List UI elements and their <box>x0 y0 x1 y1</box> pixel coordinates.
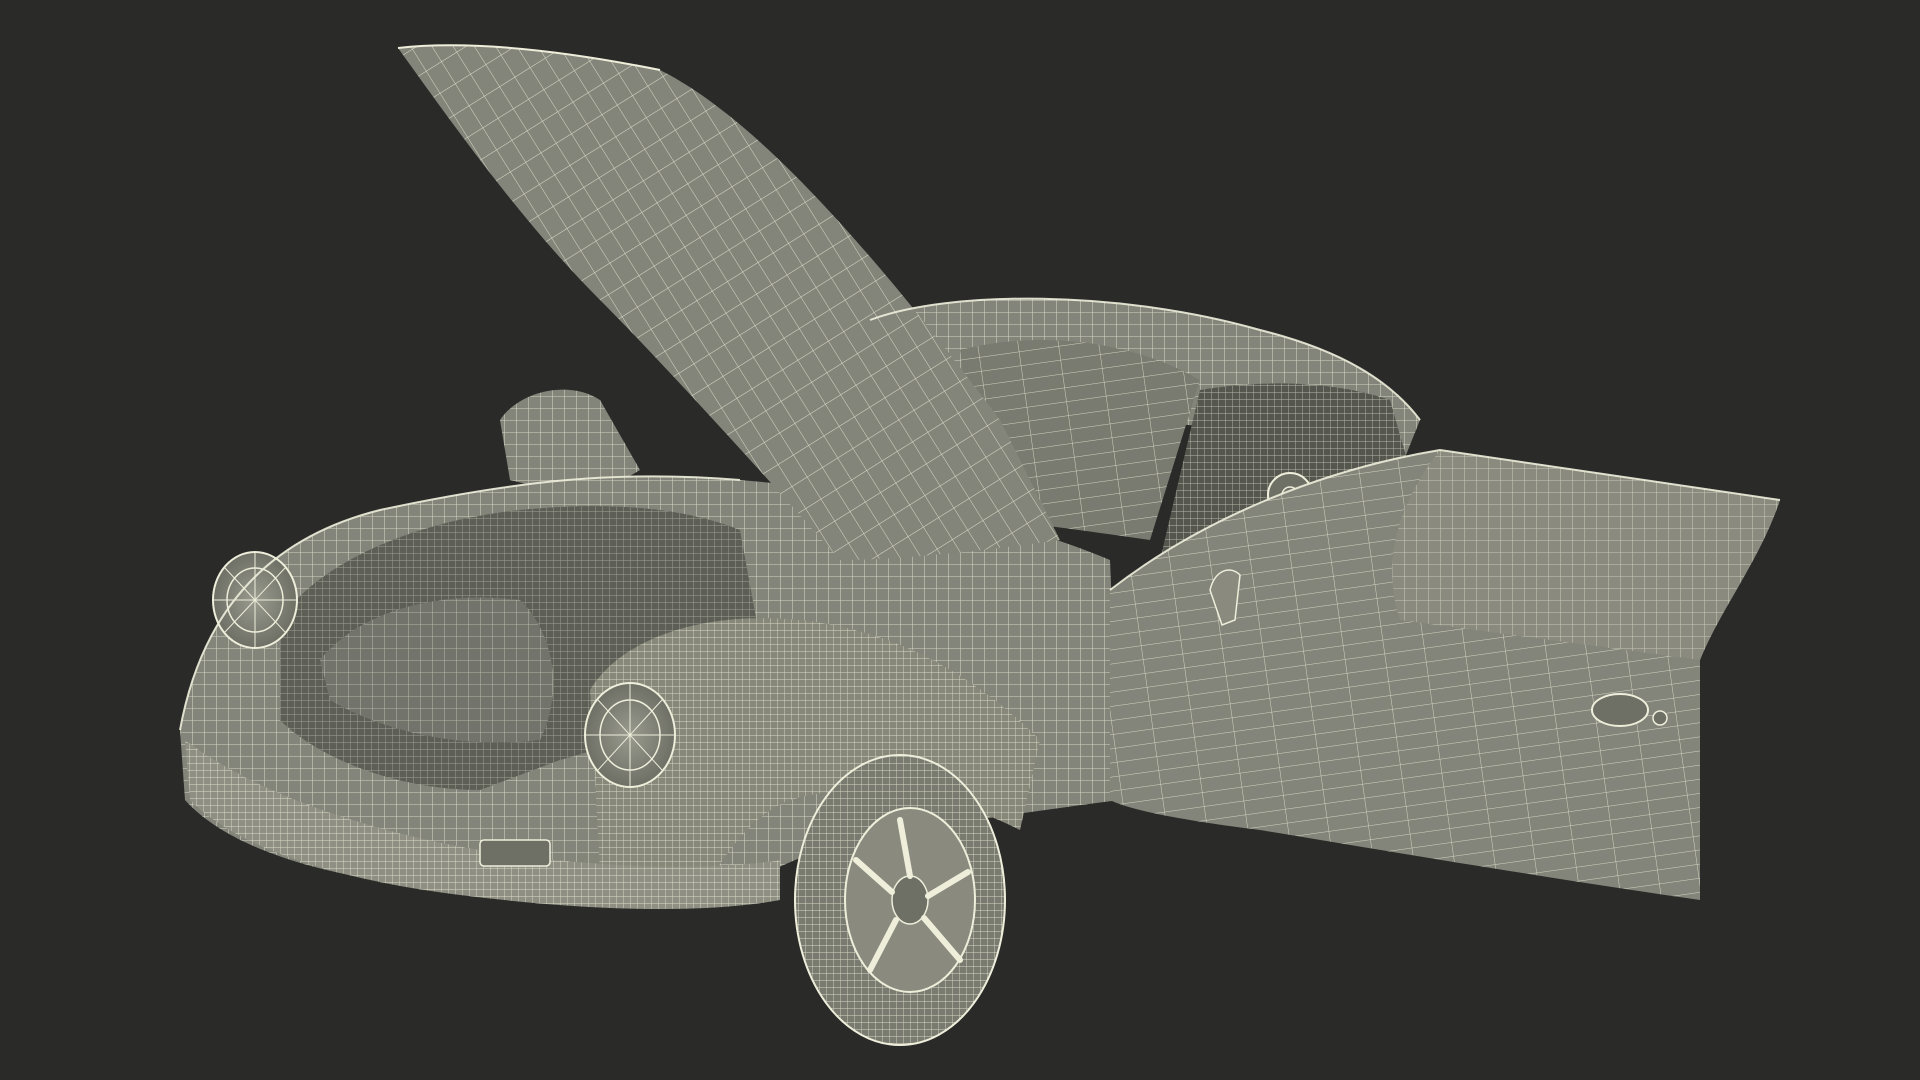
wireframe-car-render <box>179 44 1781 1046</box>
front-wheel <box>794 754 1006 1046</box>
render-viewport <box>0 0 1920 1080</box>
left-headlight <box>212 551 298 649</box>
right-headlight <box>584 682 676 788</box>
front-grille <box>479 839 551 867</box>
door-handle-icon <box>1591 693 1649 727</box>
door-lock-icon <box>1652 710 1668 726</box>
